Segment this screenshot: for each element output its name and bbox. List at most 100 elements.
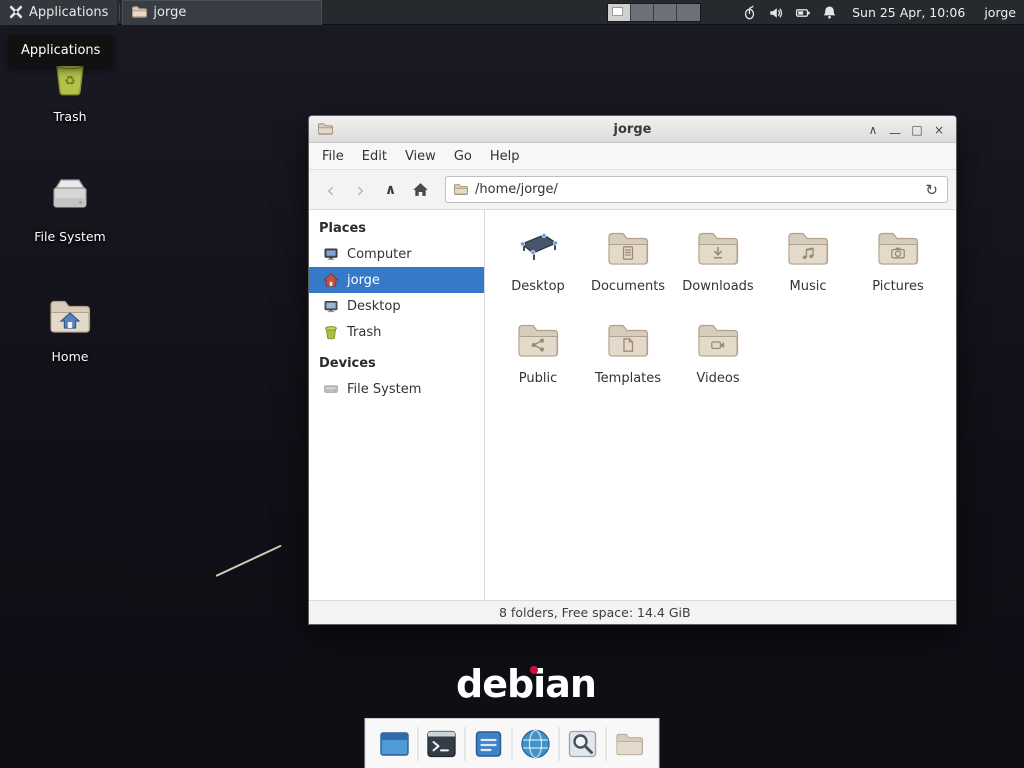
workspace-3[interactable] bbox=[654, 4, 677, 21]
folder-item-public[interactable]: Public bbox=[493, 316, 583, 408]
folder-label: Downloads bbox=[682, 279, 753, 294]
battery-icon[interactable] bbox=[795, 5, 811, 21]
taskbar-window-label: jorge bbox=[153, 5, 186, 20]
camera-emblem-icon bbox=[890, 245, 906, 261]
taskbar-window-button[interactable]: jorge bbox=[122, 0, 322, 25]
system-tray: Sun 25 Apr, 10:06 jorge bbox=[742, 0, 1024, 25]
workspace-switcher bbox=[607, 3, 701, 22]
panel-clock[interactable]: Sun 25 Apr, 10:06 bbox=[852, 5, 965, 20]
sidebar-places-header: Places bbox=[309, 216, 484, 241]
dock-launcher-show-desktop[interactable] bbox=[372, 722, 418, 766]
window-titlebar[interactable]: jorge ∧ — □ × bbox=[309, 116, 956, 143]
debian-red-dot bbox=[530, 666, 538, 674]
applications-menu-button[interactable]: Applications bbox=[0, 0, 117, 25]
close-button[interactable]: × bbox=[928, 119, 950, 141]
folder-item-downloads[interactable]: Downloads bbox=[673, 224, 763, 316]
sidebar-item-label: Computer bbox=[347, 247, 412, 262]
folder-label: Public bbox=[519, 371, 557, 386]
desktop-icon-filesystem[interactable]: File System bbox=[22, 172, 118, 244]
dock-launcher-file-manager[interactable] bbox=[607, 722, 653, 766]
sidebar-item-jorge[interactable]: jorge bbox=[309, 267, 484, 293]
folder-item-videos[interactable]: Videos bbox=[673, 316, 763, 408]
text-editor-icon bbox=[472, 727, 506, 761]
menu-edit[interactable]: Edit bbox=[353, 145, 396, 168]
file-manager-window: jorge ∧ — □ × File Edit View Go Help ‹ ›… bbox=[308, 115, 957, 625]
desktop-icon-home[interactable]: Home bbox=[22, 292, 118, 364]
panel-username: jorge bbox=[984, 5, 1016, 20]
menu-file[interactable]: File bbox=[313, 145, 353, 168]
sidebar-item-label: Trash bbox=[347, 325, 381, 340]
template-emblem-icon bbox=[620, 337, 636, 353]
dock-launcher-terminal[interactable] bbox=[419, 722, 465, 766]
stray-line-artifact bbox=[216, 545, 282, 577]
desktop-icon-label: File System bbox=[22, 229, 118, 244]
dock-launcher-web-browser[interactable] bbox=[513, 722, 559, 766]
download-emblem-icon bbox=[710, 245, 726, 261]
top-panel: Applications jorge bbox=[0, 0, 1024, 25]
folder-label: Documents bbox=[591, 279, 665, 294]
trash-icon bbox=[323, 324, 339, 340]
applications-tooltip: Applications bbox=[8, 35, 113, 66]
window-title: jorge bbox=[309, 122, 956, 137]
video-emblem-icon bbox=[710, 337, 726, 353]
desktop-icon-label: Home bbox=[22, 349, 118, 364]
sidebar-item-label: jorge bbox=[347, 273, 380, 288]
show-desktop-icon bbox=[378, 727, 412, 761]
home-button[interactable] bbox=[407, 176, 434, 203]
back-button[interactable]: ‹ bbox=[317, 176, 344, 203]
folder-item-templates[interactable]: Templates bbox=[583, 316, 673, 408]
dock-launcher-app-finder[interactable] bbox=[560, 722, 606, 766]
folder-item-pictures[interactable]: Pictures bbox=[853, 224, 943, 316]
sidebar-item-label: Desktop bbox=[347, 299, 401, 314]
volume-icon[interactable] bbox=[768, 5, 784, 21]
debian-wordmark-text: debian bbox=[456, 662, 596, 706]
menu-go[interactable]: Go bbox=[445, 145, 481, 168]
folder-item-desktop[interactable]: Desktop bbox=[493, 224, 583, 316]
folder-label: Music bbox=[790, 279, 827, 294]
notifications-bell-icon[interactable] bbox=[822, 5, 837, 20]
file-grid: Desktop Documents bbox=[485, 210, 956, 600]
folder-label: Pictures bbox=[872, 279, 923, 294]
reload-button[interactable]: ↻ bbox=[923, 181, 940, 199]
sidebar-item-filesystem[interactable]: File System bbox=[309, 376, 484, 402]
sidebar-item-computer[interactable]: Computer bbox=[309, 241, 484, 267]
workspace-4[interactable] bbox=[677, 4, 700, 21]
dock-launcher-text-editor[interactable] bbox=[466, 722, 512, 766]
folder-label: Desktop bbox=[511, 279, 565, 294]
sidebar-devices-header: Devices bbox=[309, 351, 484, 376]
folder-item-documents[interactable]: Documents bbox=[583, 224, 673, 316]
share-emblem-icon bbox=[530, 337, 546, 353]
panel-separator bbox=[119, 4, 120, 21]
music-emblem-icon bbox=[800, 245, 816, 261]
folder-icon bbox=[131, 4, 147, 20]
applications-menu-icon bbox=[9, 5, 23, 19]
folder-icon bbox=[453, 182, 468, 197]
sidebar-item-desktop[interactable]: Desktop bbox=[309, 293, 484, 319]
workspace-1[interactable] bbox=[608, 4, 631, 21]
terminal-icon bbox=[425, 727, 459, 761]
web-browser-globe-icon bbox=[519, 727, 553, 761]
forward-button[interactable]: › bbox=[347, 176, 374, 203]
location-bar[interactable]: ↻ bbox=[445, 176, 948, 203]
menu-view[interactable]: View bbox=[396, 145, 445, 168]
minimize-button[interactable]: — bbox=[884, 119, 906, 141]
home-icon bbox=[412, 181, 429, 198]
documents-emblem-icon bbox=[620, 245, 636, 261]
menu-help[interactable]: Help bbox=[481, 145, 529, 168]
desktop-root: Applications jorge bbox=[0, 0, 1024, 768]
workspace-2[interactable] bbox=[631, 4, 654, 21]
user-home-icon bbox=[323, 272, 339, 288]
folder-item-music[interactable]: Music bbox=[763, 224, 853, 316]
maximize-button[interactable]: □ bbox=[906, 119, 928, 141]
file-manager-folder-icon bbox=[614, 728, 646, 760]
up-button[interactable]: ∧ bbox=[377, 176, 404, 203]
window-controls: ∧ — □ × bbox=[862, 116, 950, 143]
desktop-special-icon bbox=[514, 224, 562, 272]
shade-button[interactable]: ∧ bbox=[862, 119, 884, 141]
mouse-icon[interactable] bbox=[742, 5, 757, 20]
statusbar: 8 folders, Free space: 14.4 GiB bbox=[309, 600, 956, 624]
svg-text:♻: ♻ bbox=[64, 74, 76, 89]
app-finder-icon bbox=[566, 727, 600, 761]
sidebar-item-trash[interactable]: Trash bbox=[309, 319, 484, 345]
location-input[interactable] bbox=[475, 182, 916, 197]
